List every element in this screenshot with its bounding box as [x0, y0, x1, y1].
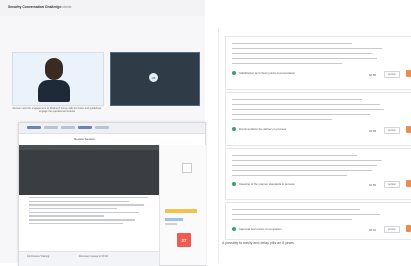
assign-button[interactable]: person [384, 71, 400, 78]
list-item-label: Documentation the delivery is process [239, 127, 287, 131]
embedded-thumbnail[interactable] [182, 163, 192, 173]
list-item-label: Cleaning of the manner standards in proc… [239, 182, 295, 186]
assign-button[interactable]: person [384, 226, 400, 233]
list-item-label: Approval and review of completion [239, 227, 282, 231]
embedded-tab[interactable] [27, 126, 41, 129]
participant-body [38, 80, 70, 102]
list-item[interactable]: Cleaning of the manner standards in proc… [225, 148, 411, 200]
embedded-tab[interactable] [95, 126, 109, 129]
footer-left-text: Continuous Training [27, 255, 50, 258]
embedded-footer: Continuous Training Document review in 0… [19, 251, 159, 266]
embedded-button[interactable] [165, 218, 183, 221]
status-dot-icon [232, 182, 236, 186]
flag-icon[interactable] [406, 70, 411, 77]
embedded-title: Review Session [74, 137, 96, 141]
flag-icon[interactable] [406, 180, 411, 187]
participant-head [45, 58, 63, 80]
top-bar: Security Conversation Challenge Standard… [0, 0, 205, 17]
breadcrumb[interactable]: Standards [56, 5, 71, 9]
caption-line-2: engage the operational reviews [38, 110, 76, 114]
embedded-highlight [165, 209, 197, 213]
embedded-tabs [27, 126, 109, 129]
calendar-icon[interactable]: 27 [177, 233, 191, 247]
list-item[interactable]: Documentation the delivery is process 03… [225, 92, 411, 146]
video-caption: Dunson and the engagement at Rodney? Com… [12, 107, 102, 113]
status-dot-icon [232, 71, 236, 75]
embedded-tab[interactable] [61, 126, 75, 129]
embedded-video[interactable] [19, 145, 159, 195]
embedded-tab[interactable] [44, 126, 58, 129]
avatar: LB [149, 73, 158, 82]
list-item-time: 03:05 [369, 129, 376, 133]
assign-button[interactable]: person [384, 127, 400, 134]
flag-icon[interactable] [406, 225, 411, 232]
embedded-text-block [29, 197, 154, 227]
assign-button[interactable]: person [384, 181, 400, 188]
embedded-tab[interactable] [78, 126, 92, 129]
app-title: Security Conversation Challenge [8, 5, 62, 9]
embedded-screen[interactable]: Review Session Continuous Training Docum… [18, 122, 206, 266]
footer-right-text: Document review in 00:00 [79, 255, 108, 258]
list-item-time: 02:56 [369, 73, 376, 77]
list-item-time: 01:56 [369, 183, 376, 187]
list-item[interactable]: Stabilization and check points documenta… [225, 36, 411, 90]
flag-icon[interactable] [406, 126, 411, 133]
footer-note: A possibly to easily and delay pills an … [222, 241, 294, 245]
status-dot-icon [232, 227, 236, 231]
embedded-secondary-button[interactable] [165, 223, 177, 225]
list-item[interactable]: Approval and review of completion 02:16 … [225, 202, 411, 240]
list-item-time: 02:16 [369, 228, 376, 232]
list-item-label: Stabilization and check points documenta… [239, 71, 295, 75]
status-dot-icon [232, 127, 236, 131]
embedded-video-bar [19, 145, 159, 150]
